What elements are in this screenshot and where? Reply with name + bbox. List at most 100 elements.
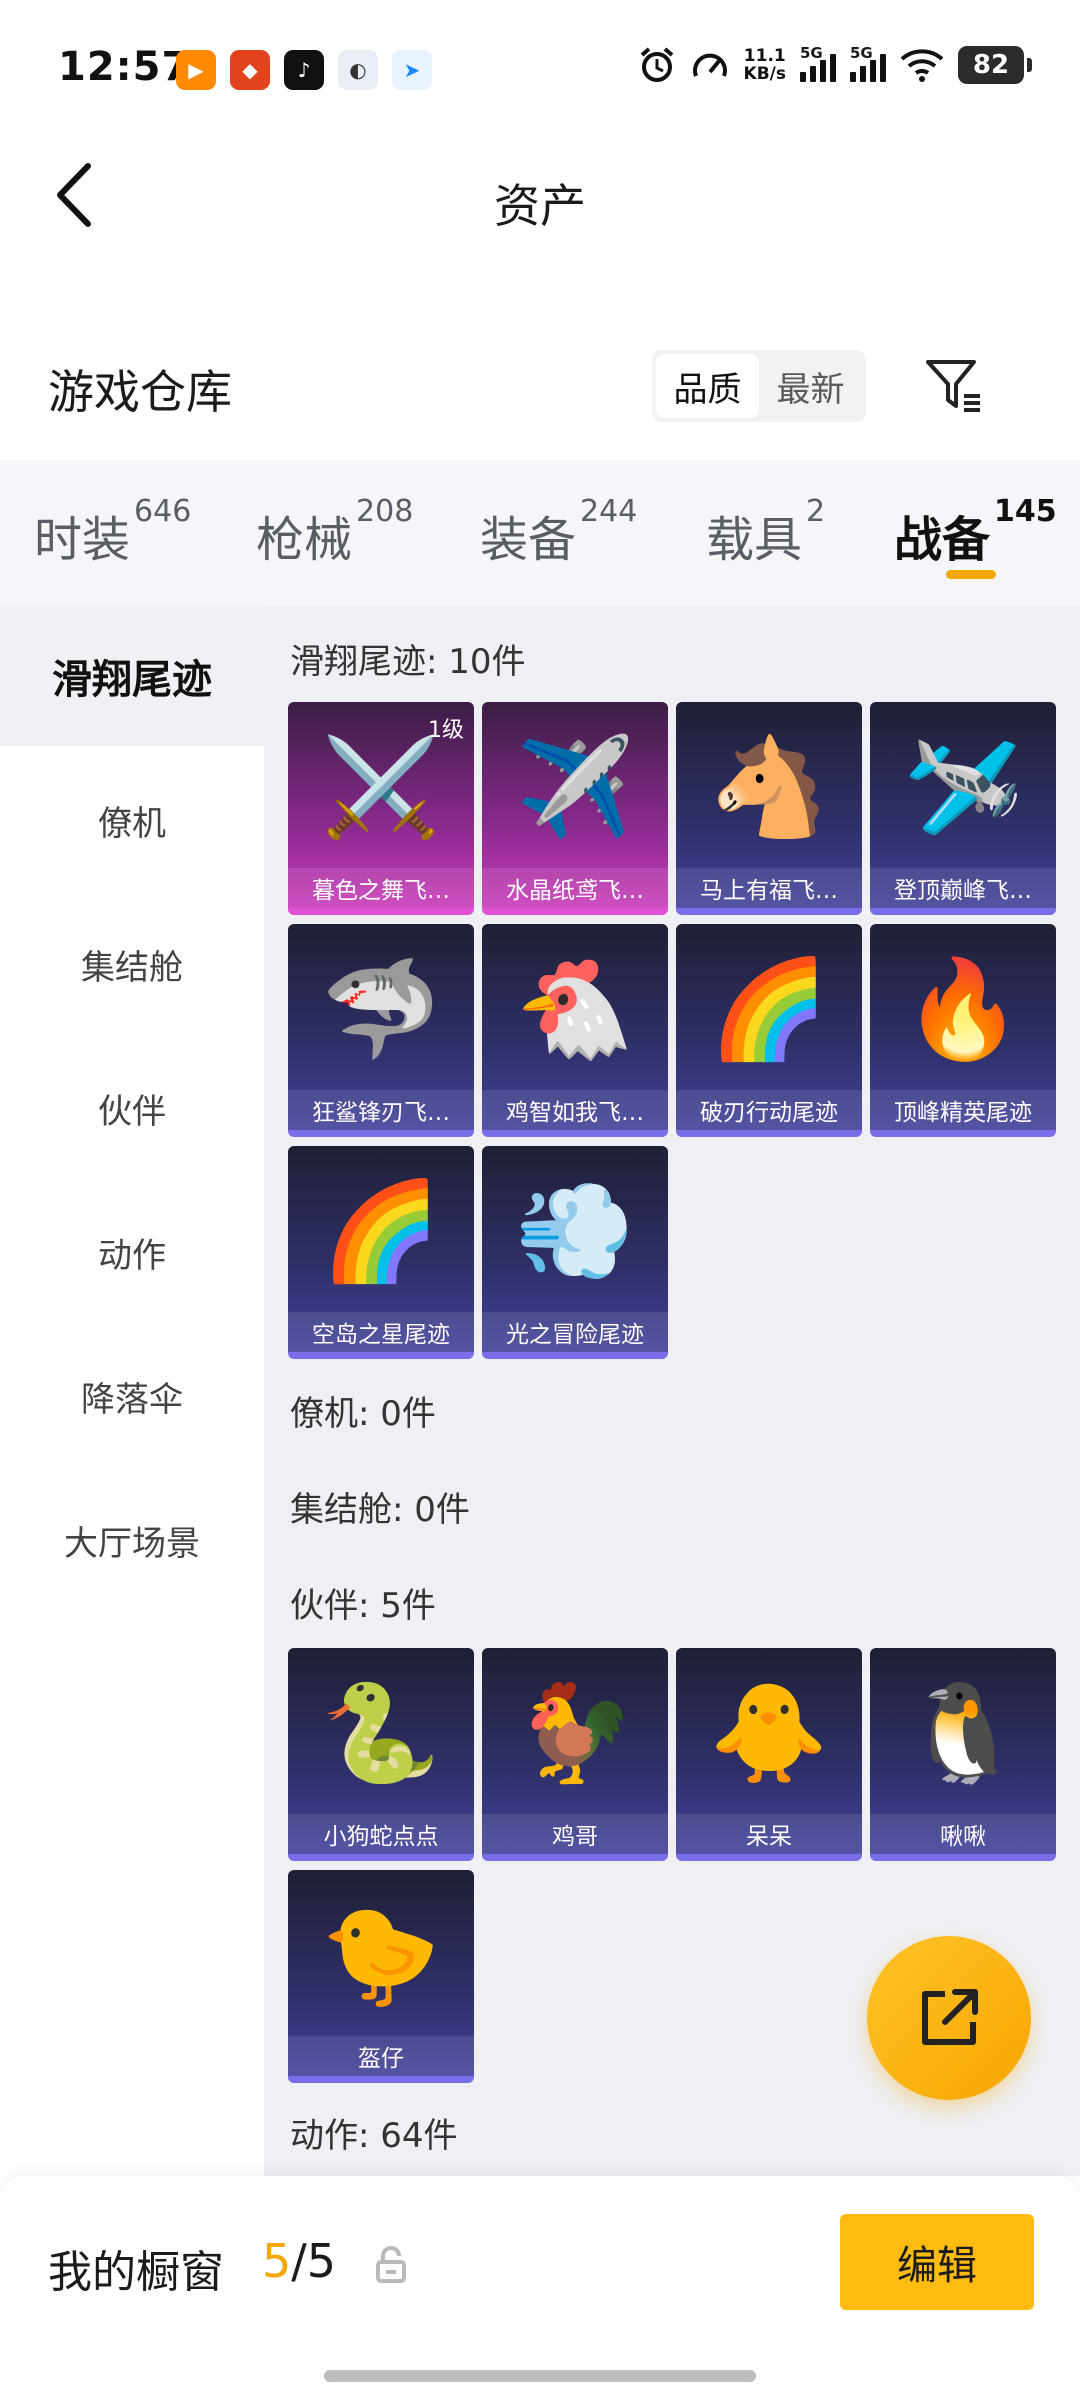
share-button[interactable]	[867, 1936, 1031, 2100]
item-name: 鸡智如我飞…	[482, 1090, 668, 1130]
item-name: 暮色之舞飞…	[288, 868, 474, 908]
telegram-icon: ➤	[392, 50, 432, 90]
sidebar-item-pod[interactable]: 集结舱	[0, 894, 264, 1034]
item-card[interactable]: 🦈 狂鲨锋刃飞…	[288, 924, 474, 1137]
item-art-icon: 🐓	[515, 1676, 635, 1789]
item-card[interactable]: 🐔 鸡智如我飞…	[482, 924, 668, 1137]
item-card[interactable]: 🔥 顶峰精英尾迹	[870, 924, 1056, 1137]
sort-option-quality[interactable]: 品质	[656, 354, 759, 418]
sort-option-newest[interactable]: 最新	[759, 354, 862, 418]
sort-toggle: 品质 最新	[652, 350, 866, 422]
section-title: 游戏仓库	[48, 365, 232, 419]
item-card[interactable]: 🐍 小狗蛇点点	[288, 1648, 474, 1861]
item-art-icon: 🐍	[321, 1676, 441, 1789]
item-art-icon: 🔥	[903, 952, 1023, 1065]
tab-vehicles[interactable]: 载具2	[706, 494, 825, 570]
sidebar-item-wingman[interactable]: 僚机	[0, 750, 264, 890]
tab-count: 208	[356, 494, 414, 529]
group-label-glide-trail: 滑翔尾迹: 10件	[290, 642, 526, 682]
tab-count: 244	[580, 494, 638, 529]
tab-weapons[interactable]: 枪械208	[256, 494, 413, 570]
status-bar: 12:57 ▶ ◆ ♪ ◐ ➤ 11.1 KB/s 5G 5G 82	[0, 0, 1080, 140]
item-name: 呆呆	[676, 1814, 862, 1854]
group-label-emote: 动作: 64件	[290, 2116, 458, 2156]
edit-button[interactable]: 编辑	[840, 2214, 1034, 2310]
sidebar-item-parachute[interactable]: 降落伞	[0, 1326, 264, 1466]
showcase-count: 5/5	[262, 2234, 336, 2288]
active-tab-indicator	[946, 570, 996, 579]
item-card[interactable]: 🐥 呆呆	[676, 1648, 862, 1861]
item-card[interactable]: ✈️ 水晶纸鸢飞…	[482, 702, 668, 915]
tab-label: 战备	[894, 512, 991, 568]
tab-label: 载具	[706, 512, 803, 568]
showcase-current: 5	[262, 2234, 292, 2288]
tab-fashion[interactable]: 时装646	[34, 494, 191, 570]
item-name: 破刃行动尾迹	[676, 1090, 862, 1130]
speedometer-icon	[692, 53, 727, 77]
page-title: 资产	[494, 179, 586, 233]
item-name: 顶峰精英尾迹	[870, 1090, 1056, 1130]
filter-button[interactable]	[920, 352, 988, 420]
signal-label-2: 5G	[850, 44, 873, 62]
item-card[interactable]: 🌈 破刃行动尾迹	[676, 924, 862, 1137]
video-app-icon: ▶	[176, 50, 216, 90]
item-card[interactable]: 💨 光之冒险尾迹	[482, 1146, 668, 1359]
group-label-companion: 伙伴: 5件	[290, 1586, 436, 1626]
tab-combat-gear[interactable]: 战备145	[894, 494, 1057, 570]
notification-icons: ▶ ◆ ♪ ◐ ➤	[176, 50, 432, 90]
item-card[interactable]: ⚔️ 1级 暮色之舞飞…	[288, 702, 474, 915]
item-card[interactable]: 🐓 鸡哥	[482, 1648, 668, 1861]
signal-icon-1: 5G	[800, 44, 836, 82]
tab-label: 装备	[480, 512, 577, 568]
sidebar-item-companion[interactable]: 伙伴	[0, 1038, 264, 1178]
sidebar-item-lobby-scene[interactable]: 大厅场景	[0, 1470, 264, 1610]
item-art-icon: 🐔	[515, 952, 635, 1065]
category-sidebar: 滑翔尾迹 僚机 集结舱 伙伴 动作 降落伞 大厅场景	[0, 606, 264, 2176]
item-art-icon: 💨	[515, 1174, 635, 1287]
item-name: 马上有福飞…	[676, 868, 862, 908]
tab-count: 145	[994, 494, 1057, 529]
home-indicator[interactable]	[324, 2370, 756, 2382]
group-label-wingman: 僚机: 0件	[290, 1394, 436, 1434]
filter-icon	[926, 360, 980, 412]
status-time: 12:57	[58, 44, 191, 90]
showcase-label: 我的橱窗	[48, 2247, 224, 2298]
item-art-icon: 🦈	[321, 952, 441, 1065]
tab-count: 2	[806, 494, 826, 529]
alarm-icon	[640, 47, 673, 82]
item-card[interactable]: 🛩️ 登顶巅峰飞…	[870, 702, 1056, 915]
app-icon: ◐	[338, 50, 378, 90]
item-art-icon: 🐥	[709, 1676, 829, 1789]
item-name: 水晶纸鸢飞…	[482, 868, 668, 908]
category-tabs: 时装646 枪械208 装备244 载具2 战备145	[0, 460, 1080, 606]
item-art-icon: 🐧	[903, 1676, 1023, 1789]
item-name: 空岛之星尾迹	[288, 1312, 474, 1352]
signal-icon-2: 5G	[850, 44, 886, 82]
tab-count: 646	[134, 494, 192, 529]
system-icons: 11.1 KB/s 5G 5G 82	[638, 44, 1032, 84]
share-external-icon	[922, 1989, 978, 2045]
item-card[interactable]: 🌈 空岛之星尾迹	[288, 1146, 474, 1359]
signal-label-1: 5G	[800, 44, 823, 62]
item-art-icon: 🛩️	[903, 730, 1023, 843]
game-app-icon: ◆	[230, 50, 270, 90]
sidebar-item-glide-trail[interactable]: 滑翔尾迹	[0, 606, 264, 746]
tab-equipment[interactable]: 装备244	[480, 494, 637, 570]
tiktok-icon: ♪	[284, 50, 324, 90]
item-name: 盔仔	[288, 2036, 474, 2076]
sidebar-item-emote[interactable]: 动作	[0, 1182, 264, 1322]
tab-label: 时装	[34, 512, 131, 568]
item-card[interactable]: 🐧 啾啾	[870, 1648, 1056, 1861]
net-speed-unit: KB/s	[743, 64, 786, 84]
battery-indicator: 82	[958, 46, 1032, 84]
item-card[interactable]: 🐴 马上有福飞…	[676, 702, 862, 915]
item-art-icon: 🐤	[321, 1898, 441, 2011]
item-art-icon: ✈️	[515, 730, 635, 843]
item-name: 小狗蛇点点	[288, 1814, 474, 1854]
item-name: 啾啾	[870, 1814, 1056, 1854]
tab-label: 枪械	[256, 512, 353, 568]
item-name: 狂鲨锋刃飞…	[288, 1090, 474, 1130]
item-art-icon: 🌈	[321, 1174, 441, 1287]
item-card[interactable]: 🐤 盔仔	[288, 1870, 474, 2083]
item-name: 鸡哥	[482, 1814, 668, 1854]
